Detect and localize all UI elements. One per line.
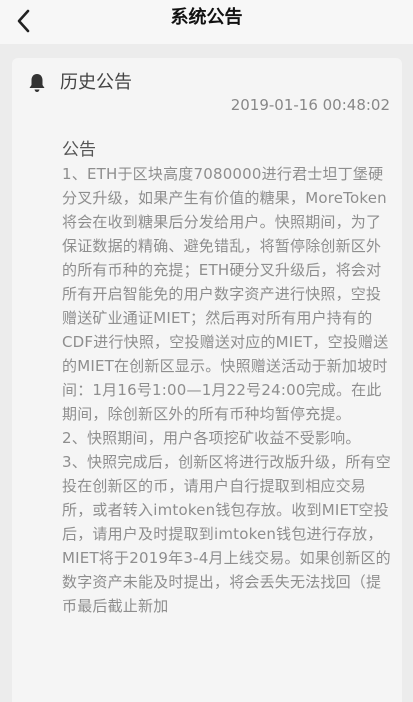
section-label: 历史公告 <box>60 72 132 93</box>
page-title: 系统公告 <box>170 7 243 28</box>
page: 系统公告 历史公告 2019-01-16 00:48:02 公告 1、ETH于区… <box>0 0 413 702</box>
card-header: 历史公告 2019-01-16 00:48:02 <box>12 58 402 128</box>
notice-body: 1、ETH于区块高度7080000进行君士坦丁堡硬分叉升级，如果产生有价值的糖果… <box>62 162 394 618</box>
bell-icon <box>29 74 45 92</box>
notice-card: 历史公告 2019-01-16 00:48:02 公告 1、ETH于区块高度70… <box>12 58 402 702</box>
notice-date: 2019-01-16 00:48:02 <box>230 96 390 114</box>
notice-paragraph: 3、快照完成后，创新区将进行改版升级，所有空投在创新区的币，请用户自行提取到相应… <box>62 453 391 615</box>
notice-title: 公告 <box>62 140 96 160</box>
notice-paragraph: 1、ETH于区块高度7080000进行君士坦丁堡硬分叉升级，如果产生有价值的糖果… <box>62 165 389 423</box>
nav-bar: 系统公告 <box>0 0 413 44</box>
notice-paragraph: 2、快照期间，用户各项挖矿收益不受影响。 <box>62 429 361 447</box>
